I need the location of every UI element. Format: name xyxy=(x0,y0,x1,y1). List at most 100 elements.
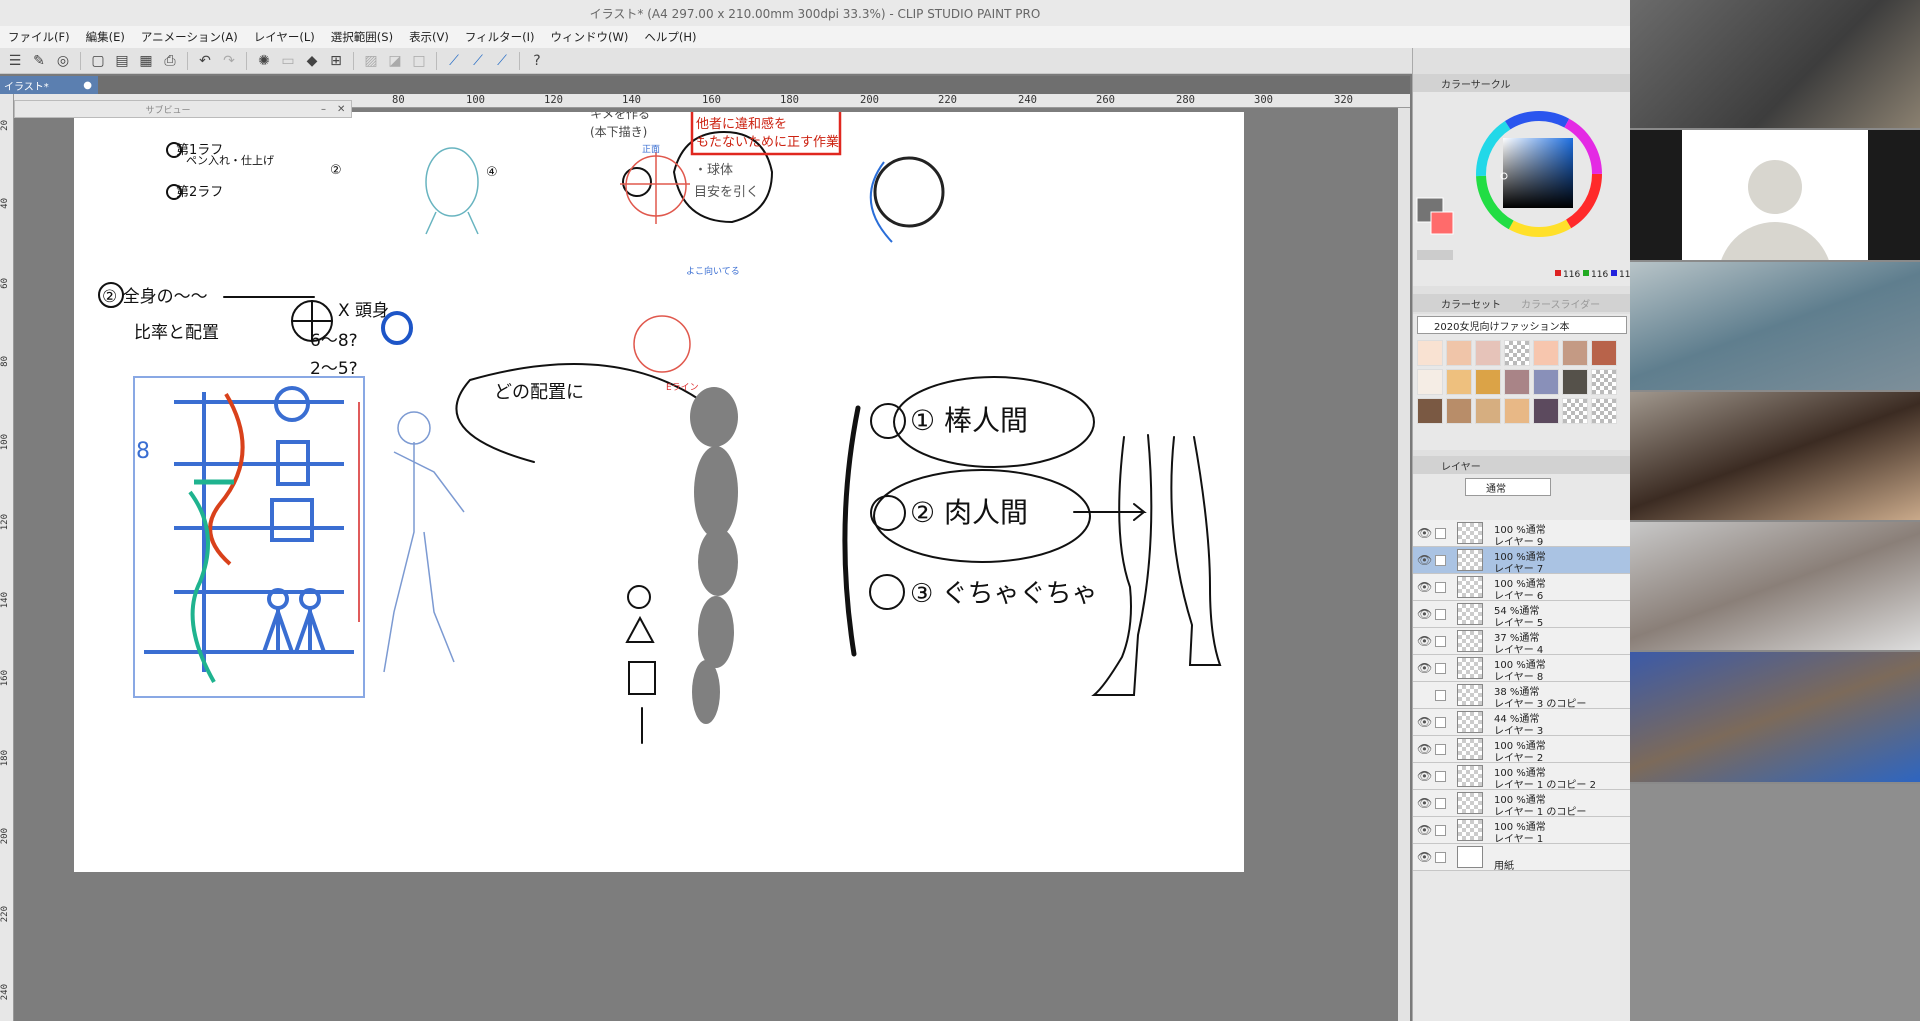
layer-row[interactable]: 👁 100 %通常 レイヤー 1 のコピー xyxy=(1413,790,1631,818)
video-tile-6[interactable] xyxy=(1630,652,1920,782)
color-swatch[interactable] xyxy=(1591,398,1617,424)
color-swatch[interactable] xyxy=(1446,369,1472,395)
layer-lock-checkbox[interactable] xyxy=(1435,744,1446,755)
color-swatch[interactable] xyxy=(1562,398,1588,424)
layer-row[interactable]: 👁 100 %通常 レイヤー 7 xyxy=(1413,547,1631,575)
menu-animation[interactable]: アニメーション(A) xyxy=(141,29,238,45)
help-icon[interactable]: ? xyxy=(526,50,548,72)
invert-selection-icon[interactable]: ◪ xyxy=(384,50,406,72)
layer-row[interactable]: 👁 100 %通常 レイヤー 8 xyxy=(1413,655,1631,683)
color-swatch[interactable] xyxy=(1417,340,1443,366)
eye-icon[interactable]: 👁 xyxy=(1417,715,1432,729)
color-swatch[interactable] xyxy=(1504,340,1530,366)
color-swatch[interactable] xyxy=(1562,340,1588,366)
menu-file[interactable]: ファイル(F) xyxy=(8,29,70,45)
color-swatch[interactable] xyxy=(1475,340,1501,366)
fill-icon[interactable]: ◆ xyxy=(301,50,323,72)
eye-icon[interactable]: 👁 xyxy=(1417,607,1432,621)
eye-icon[interactable]: 👁 xyxy=(1417,634,1432,648)
color-set-select[interactable]: 2020女児向けファッション本 xyxy=(1417,316,1627,334)
layer-row[interactable]: 👁 100 %通常 レイヤー 9 xyxy=(1413,520,1631,548)
color-swatch[interactable] xyxy=(1591,369,1617,395)
layer-row[interactable]: 👁 100 %通常 レイヤー 1 のコピー 2 xyxy=(1413,763,1631,791)
layer-lock-checkbox[interactable] xyxy=(1435,717,1446,728)
color-swatch[interactable] xyxy=(1417,369,1443,395)
open-file-icon[interactable]: ▤ xyxy=(111,50,133,72)
print-icon[interactable]: ⎙ xyxy=(159,50,181,72)
close-icon[interactable]: ✕ xyxy=(337,104,351,115)
blend-mode-select[interactable]: 通常 xyxy=(1465,478,1551,496)
layer-lock-checkbox[interactable] xyxy=(1435,771,1446,782)
color-swatch[interactable] xyxy=(1446,398,1472,424)
tab-dot-icon[interactable]: ● xyxy=(83,80,92,91)
selection-icon[interactable]: ✺ xyxy=(253,50,275,72)
layer-row[interactable]: 👁 100 %通常 レイヤー 6 xyxy=(1413,574,1631,602)
layer-lock-checkbox[interactable] xyxy=(1435,555,1446,566)
subview-panel[interactable]: サブビュー – ✕ xyxy=(14,100,352,118)
menu-filter[interactable]: フィルター(I) xyxy=(465,29,535,45)
color-swatch[interactable] xyxy=(1533,340,1559,366)
layer-lock-checkbox[interactable] xyxy=(1435,825,1446,836)
layer-panel-header[interactable]: レイヤー xyxy=(1413,456,1631,474)
layer-row[interactable]: 👁 44 %通常 レイヤー 3 xyxy=(1413,709,1631,737)
ruler-icon[interactable]: ⟋ xyxy=(443,50,465,72)
eye-icon[interactable]: 👁 xyxy=(1417,796,1432,810)
transparent-swatch[interactable] xyxy=(1417,250,1453,260)
layer-lock-checkbox[interactable] xyxy=(1435,582,1446,593)
layer-row[interactable]: 38 %通常 レイヤー 3 のコピー xyxy=(1413,682,1631,710)
color-swatch[interactable] xyxy=(1504,369,1530,395)
undo-icon[interactable]: ↶ xyxy=(194,50,216,72)
sub-color-swatch[interactable] xyxy=(1430,211,1454,235)
layer-row[interactable]: 👁 100 %通常 レイヤー 2 xyxy=(1413,736,1631,764)
layer-lock-checkbox[interactable] xyxy=(1435,528,1446,539)
redo-icon[interactable]: ↷ xyxy=(218,50,240,72)
canvas-area[interactable]: 第1ラフ 第2ラフ ペン入れ・仕上げ ② ④ 他者に違和感を もたないために正す… xyxy=(14,107,1408,1021)
eye-icon[interactable]: 👁 xyxy=(1417,553,1432,567)
color-wheel[interactable]: 116 116 116 xyxy=(1413,92,1636,286)
save-icon[interactable]: ▦ xyxy=(135,50,157,72)
menu-layer[interactable]: レイヤー(L) xyxy=(254,29,315,45)
menu-edit[interactable]: 編集(E) xyxy=(86,29,125,45)
deselect-icon[interactable]: □ xyxy=(408,50,430,72)
menu-selection[interactable]: 選択範囲(S) xyxy=(331,29,393,45)
color-slider-tab[interactable]: カラースライダー xyxy=(1521,296,1600,311)
snap-icon[interactable]: ⟋ xyxy=(467,50,489,72)
eye-icon[interactable]: 👁 xyxy=(1417,769,1432,783)
layer-lock-checkbox[interactable] xyxy=(1435,690,1446,701)
layer-lock-checkbox[interactable] xyxy=(1435,798,1446,809)
eye-icon[interactable]: 👁 xyxy=(1417,661,1432,675)
eye-icon[interactable] xyxy=(1417,688,1431,702)
layer-lock-checkbox[interactable] xyxy=(1435,852,1446,863)
eye-icon[interactable]: 👁 xyxy=(1417,850,1432,864)
eye-icon[interactable]: 👁 xyxy=(1417,526,1432,540)
layer-row[interactable]: 👁 54 %通常 レイヤー 5 xyxy=(1413,601,1631,629)
guide-icon[interactable]: ⟋ xyxy=(491,50,513,72)
hide-selection-icon[interactable]: ▨ xyxy=(360,50,382,72)
tool-settings-icon[interactable]: ✎ xyxy=(28,50,50,72)
menu-help[interactable]: ヘルプ(H) xyxy=(644,29,696,45)
layer-row[interactable]: 👁 37 %通常 レイヤー 4 xyxy=(1413,628,1631,656)
eye-icon[interactable]: 👁 xyxy=(1417,580,1432,594)
color-set-tab[interactable]: カラーセット xyxy=(1441,296,1501,311)
video-tile-4[interactable] xyxy=(1630,392,1920,520)
video-tile-1[interactable] xyxy=(1630,0,1920,128)
video-tile-avatar[interactable] xyxy=(1630,130,1920,260)
color-circle-tab[interactable]: カラーサークル xyxy=(1441,76,1511,91)
clear-icon[interactable]: ▭ xyxy=(277,50,299,72)
menu-icon[interactable]: ☰ xyxy=(4,50,26,72)
paper[interactable]: 第1ラフ 第2ラフ ペン入れ・仕上げ ② ④ 他者に違和感を もたないために正す… xyxy=(74,107,1244,872)
color-swatch[interactable] xyxy=(1504,398,1530,424)
color-set-header[interactable]: カラーセット カラースライダー xyxy=(1413,294,1631,312)
document-tab[interactable]: イラスト* ● xyxy=(0,76,98,94)
minimize-icon[interactable]: – xyxy=(321,104,337,115)
layer-row[interactable]: 👁 100 %通常 レイヤー 1 xyxy=(1413,817,1631,845)
video-tile-5[interactable] xyxy=(1630,522,1920,650)
layer-row[interactable]: 👁 用紙 xyxy=(1413,844,1631,872)
layer-lock-checkbox[interactable] xyxy=(1435,609,1446,620)
layer-lock-checkbox[interactable] xyxy=(1435,636,1446,647)
color-swatch[interactable] xyxy=(1533,398,1559,424)
color-swatch[interactable] xyxy=(1475,369,1501,395)
color-swatch[interactable] xyxy=(1591,340,1617,366)
eye-icon[interactable]: 👁 xyxy=(1417,742,1432,756)
eye-icon[interactable]: 👁 xyxy=(1417,823,1432,837)
